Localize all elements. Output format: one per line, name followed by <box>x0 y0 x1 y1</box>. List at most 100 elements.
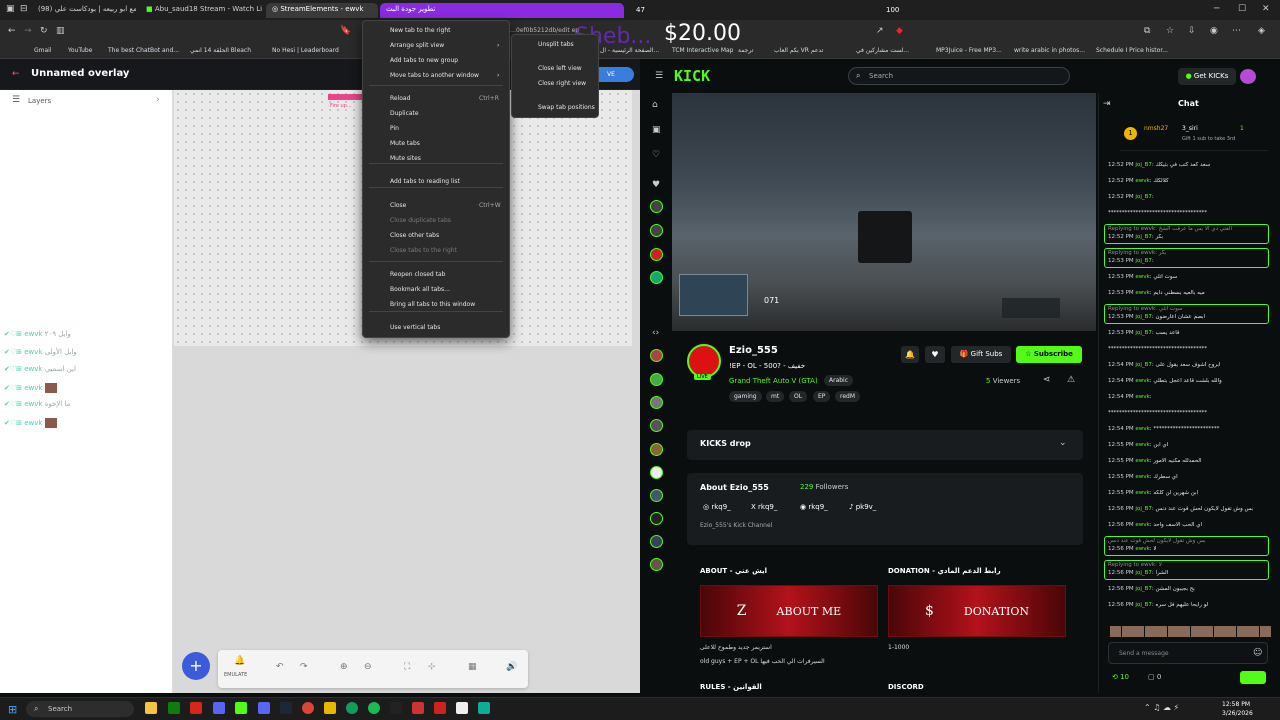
context-menu-item[interactable]: Use vertical tabs <box>390 324 440 331</box>
message-username[interactable]: ewvk <box>1135 378 1149 384</box>
bookmark-gmail[interactable]: Gmail <box>34 47 52 54</box>
minimize-icon[interactable]: ─ <box>1214 5 1219 14</box>
message-username[interactable]: ewvk <box>1135 274 1149 280</box>
context-menu-item[interactable]: Pin <box>390 125 399 132</box>
bookmark-mp3juice[interactable]: MP3Juice - Free MP3... <box>936 47 1002 54</box>
followed-avatar[interactable] <box>650 396 663 409</box>
followed-avatar[interactable] <box>650 248 663 261</box>
fit-screen-icon[interactable]: ⛶ <box>404 663 410 672</box>
chrome-icon[interactable] <box>302 702 314 714</box>
bell-icon[interactable]: 🔔 <box>234 657 245 666</box>
split-view-icon[interactable]: ▥ <box>56 27 65 36</box>
file-explorer-icon[interactable] <box>145 702 157 714</box>
clock-time[interactable]: 12:58 PM <box>1222 701 1250 708</box>
tab-actions-icon[interactable]: ▣ <box>6 5 15 14</box>
category-link[interactable]: Grand Theft Auto V (GTA) <box>729 377 818 385</box>
emote-thumbnail[interactable] <box>1144 626 1156 637</box>
followed-avatar[interactable] <box>650 512 663 525</box>
add-layer-button[interactable]: + <box>182 652 210 680</box>
windows-start-icon[interactable]: ⊞ <box>8 703 17 716</box>
chat-message[interactable]: 12:56 PM joj_B7: الشرا <box>1108 570 1268 576</box>
followed-avatar[interactable] <box>650 200 663 213</box>
chat-message[interactable]: 12:55 PM ewvk: اي سطرك <box>1108 474 1268 480</box>
tab-podcast[interactable]: (98) سوالف مع ابو ربيعه | بودكاست علي <box>32 3 136 18</box>
tag-pill[interactable]: gaming <box>729 391 762 402</box>
chat-message[interactable]: 12:55 PM ewvk: الحمدلله مكنيه الامور <box>1108 458 1268 464</box>
message-username[interactable]: ewvk <box>1135 490 1149 496</box>
message-username[interactable]: joj_B7 <box>1135 570 1151 576</box>
message-username[interactable]: ewvk <box>1135 458 1149 464</box>
report-icon[interactable]: ⚠ <box>1067 376 1075 385</box>
tab-kick-abu[interactable]: ■ Abu_saud18 Stream - Watch Live on Kick <box>140 3 262 18</box>
emote-thumbnail[interactable] <box>1236 626 1248 637</box>
copilot-icon[interactable]: ◈ <box>1258 27 1265 36</box>
chat-message[interactable]: 12:53 PM ewvk: ميه بالعيه بسطني دايم <box>1108 290 1268 296</box>
obs-icon[interactable] <box>390 702 402 714</box>
tag-pill[interactable]: redM <box>835 391 861 402</box>
redo-icon[interactable]: ↷ <box>300 663 308 672</box>
hamburger-icon[interactable]: ☰ <box>655 72 663 81</box>
get-kicks-button[interactable]: ● Get KICKs <box>1178 68 1236 85</box>
emote-thumbnail[interactable] <box>1202 626 1213 637</box>
followed-avatar[interactable] <box>650 443 663 456</box>
emote-thumbnail[interactable] <box>1133 626 1144 637</box>
back-icon[interactable]: ← <box>8 27 16 36</box>
bookmark-translate[interactable]: ترجمة <box>738 47 753 54</box>
emote-thumbnail[interactable] <box>1190 626 1202 637</box>
emote-thumbnail[interactable] <box>1213 626 1225 637</box>
context-menu-item[interactable]: Bookmark all tabs... <box>390 286 450 293</box>
tab-streamelements[interactable]: ◎ StreamElements - ewvk <box>266 3 378 18</box>
chat-message[interactable]: 12:53 PM joj_B7: قاعد يسب <box>1108 330 1268 336</box>
kicks-drop-card[interactable]: KICKS drop ⌄ <box>687 430 1083 460</box>
chat-message[interactable]: 12:53 PM joj_B7: ابصم عشان أعارضون <box>1108 314 1268 320</box>
kicks-balance[interactable]: ▢ 0 <box>1148 673 1161 681</box>
tab-overlay-purple[interactable]: تطوير جودة البث <box>380 3 624 18</box>
reload-icon[interactable]: ↻ <box>40 27 48 36</box>
social-x[interactable]: X rkq9_ <box>751 503 777 511</box>
gift-subs-button[interactable]: 🎁 Gift Subs <box>951 346 1011 363</box>
chat-message[interactable]: 12:56 PM ewvk: اي الحب الاسف واحد <box>1108 522 1268 528</box>
tab-search-icon[interactable]: ⊟ <box>20 5 28 14</box>
tag-pill[interactable]: mt <box>766 391 785 402</box>
profile-icon[interactable]: ◉ <box>1210 27 1218 36</box>
app-4-icon[interactable] <box>434 702 446 714</box>
spotify-icon[interactable] <box>368 702 380 714</box>
chat-message[interactable]: 12:56 PM joj_B7: بس وش تقول لايكون لحش ق… <box>1108 506 1268 512</box>
tag-pill[interactable]: EP <box>813 391 831 402</box>
menu-unsplit-tabs[interactable]: Unsplit tabs <box>538 41 574 48</box>
emote-picker-icon[interactable]: ☺ <box>1253 649 1262 658</box>
url-text[interactable]: …0ef0b5212db/edit ep <box>510 27 579 34</box>
message-username[interactable]: ewvk <box>1135 178 1149 184</box>
message-username[interactable]: ewvk <box>1135 442 1149 448</box>
close-window-icon[interactable]: ✕ <box>1262 5 1270 14</box>
taskbar-search[interactable]: ⌕ Search <box>26 701 134 717</box>
language-tag[interactable]: Arabic <box>824 375 854 386</box>
kick-logo[interactable]: KICK <box>674 67 710 85</box>
context-menu-item[interactable]: Move tabs to another window <box>390 72 479 79</box>
message-username[interactable]: ewvk <box>1135 394 1149 400</box>
zoom-out-icon[interactable]: ⊖ <box>364 663 372 672</box>
chat-message[interactable]: 12:56 PM joj_B7: لو رايحا عليهم فل سره <box>1108 602 1268 608</box>
chat-message[interactable]: 12:54 PM joj_B7: ابروح اشوف سعد يقول على <box>1108 362 1268 368</box>
chat-message[interactable]: 12:52 PM joj_B7: <box>1108 194 1268 200</box>
heart-icon[interactable]: ♥ <box>652 181 660 190</box>
emote-thumbnail[interactable] <box>1248 626 1259 637</box>
browse-icon[interactable]: ▣ <box>652 126 661 135</box>
bookmark-bleach[interactable]: الحلقة 14 انمي Bleach <box>190 47 251 54</box>
undo-icon[interactable]: ↶ <box>276 663 284 672</box>
message-username[interactable]: ewvk <box>1135 290 1149 296</box>
bookmark-chatbot[interactable]: The best ChatBot and... <box>108 47 179 54</box>
app-icon[interactable] <box>324 702 336 714</box>
message-username[interactable]: joj_B7 <box>1135 330 1151 336</box>
chat-message[interactable]: 12:52 PM joj_B7: بكر <box>1108 234 1268 240</box>
extension-icon[interactable]: ◆ <box>896 27 903 36</box>
top-gifter-2-name[interactable]: 3_siri <box>1182 125 1198 132</box>
chat-send-button[interactable] <box>1240 671 1266 684</box>
chat-message[interactable]: 12:54 PM ewvk: والله بلشت قاعد اعجل بتطل… <box>1108 378 1268 384</box>
app-5-icon[interactable] <box>478 702 490 714</box>
about-me-banner[interactable]: Z ABOUT ME <box>700 585 878 637</box>
followed-avatar[interactable] <box>650 271 663 284</box>
context-menu-item[interactable]: Arrange split view <box>390 42 444 49</box>
bookmark-nohesi[interactable]: No Hesi | Leaderboard <box>272 47 339 54</box>
message-username[interactable]: ewvk <box>1135 426 1149 432</box>
